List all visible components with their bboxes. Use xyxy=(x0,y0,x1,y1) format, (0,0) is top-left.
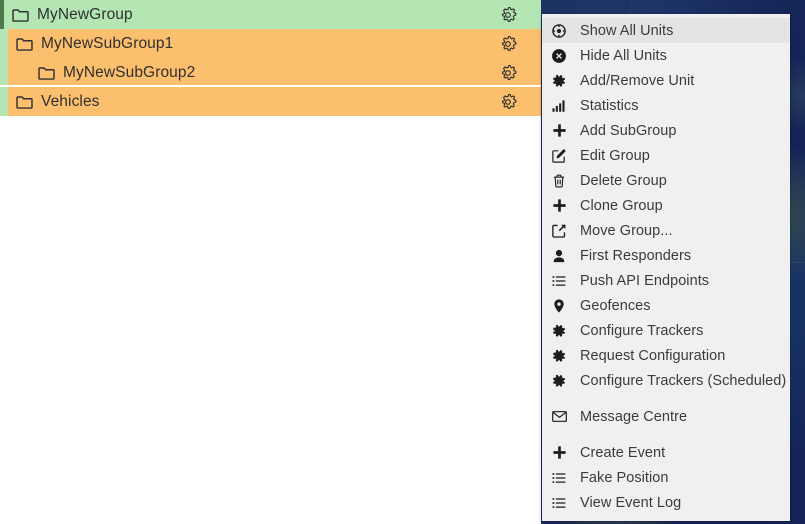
menu-item-add-remove-unit[interactable]: Add/Remove Unit xyxy=(542,68,790,93)
tree-row-label: Vehicles xyxy=(41,92,100,110)
menu-item-request-configuration[interactable]: Request Configuration xyxy=(542,343,790,368)
folder-icon xyxy=(16,95,33,109)
menu-item-message-centre[interactable]: Message Centre xyxy=(542,404,790,429)
tree-row-content: MyNewSubGroup2 xyxy=(0,58,541,87)
app-root: MyNewGroup MyNewSubGroup1 MyNewSubGroup2 Ve… xyxy=(0,0,805,524)
plus-icon xyxy=(548,197,570,215)
group-tree-panel: MyNewGroup MyNewSubGroup1 MyNewSubGroup2 Ve… xyxy=(0,0,541,524)
gear-icon[interactable] xyxy=(502,93,529,111)
menu-item-create-event[interactable]: Create Event xyxy=(542,440,790,465)
menu-separator xyxy=(542,429,790,440)
menu-item-label: Create Event xyxy=(580,444,666,461)
tree-row[interactable]: MyNewSubGroup2 xyxy=(0,58,541,87)
gear-icon xyxy=(548,322,570,340)
menu-item-label: Configure Trackers xyxy=(580,322,704,339)
tree-row-label: MyNewSubGroup1 xyxy=(41,34,174,52)
menu-item-move-group[interactable]: Move Group... xyxy=(542,218,790,243)
menu-item-statistics[interactable]: Statistics xyxy=(542,93,790,118)
menu-item-label: Geofences xyxy=(580,297,651,314)
menu-item-configure-trackers[interactable]: Configure Trackers xyxy=(542,318,790,343)
tree-row[interactable]: Vehicles xyxy=(0,87,541,116)
menu-item-view-event-log[interactable]: View Event Log xyxy=(542,490,790,515)
close-circle-icon xyxy=(548,47,570,65)
menu-item-label: Message Centre xyxy=(580,408,688,425)
folder-icon xyxy=(12,8,29,22)
menu-item-label: Push API Endpoints xyxy=(580,272,710,289)
menu-item-label: Clone Group xyxy=(580,197,663,214)
menu-item-label: Statistics xyxy=(580,97,639,114)
menu-item-label: First Responders xyxy=(580,247,692,264)
gear-icon xyxy=(548,347,570,365)
menu-item-add-subgroup[interactable]: Add SubGroup xyxy=(542,118,790,143)
envelope-icon xyxy=(548,408,570,426)
menu-item-label: Add/Remove Unit xyxy=(580,72,695,89)
pencil-square-icon xyxy=(548,147,570,165)
crosshair-icon xyxy=(548,22,570,40)
folder-icon xyxy=(16,37,33,51)
tree-row[interactable]: MyNewGroup xyxy=(0,0,541,29)
gear-icon[interactable] xyxy=(502,35,529,53)
menu-item-label: View Event Log xyxy=(580,494,682,511)
folder-icon xyxy=(38,66,55,80)
tree-row-content: MyNewSubGroup1 xyxy=(0,29,541,58)
gear-icon[interactable] xyxy=(502,6,529,24)
trash-icon xyxy=(548,172,570,190)
share-arrow-icon xyxy=(548,222,570,240)
list-icon xyxy=(548,469,570,487)
list-icon xyxy=(548,494,570,512)
menu-item-edit-group[interactable]: Edit Group xyxy=(542,143,790,168)
menu-item-label: Show All Units xyxy=(580,22,674,39)
menu-item-label: Move Group... xyxy=(580,222,673,239)
gear-icon[interactable] xyxy=(502,64,529,82)
tree-row-label: MyNewGroup xyxy=(37,5,133,23)
tree-row-separator xyxy=(0,85,541,87)
plus-icon xyxy=(548,444,570,462)
map-pin-icon xyxy=(548,297,570,315)
menu-item-label: Fake Position xyxy=(580,469,669,486)
menu-item-label: Request Configuration xyxy=(580,347,726,364)
bar-chart-icon xyxy=(548,97,570,115)
menu-item-fake-position[interactable]: Fake Position xyxy=(542,465,790,490)
gear-icon xyxy=(548,372,570,390)
menu-item-label: Hide All Units xyxy=(580,47,667,64)
tree-row-content: Vehicles xyxy=(0,87,541,116)
menu-item-first-responders[interactable]: First Responders xyxy=(542,243,790,268)
tree-row-label: MyNewSubGroup2 xyxy=(63,63,196,81)
group-context-menu: Show All Units Hide All Units Add/Remove U… xyxy=(542,14,790,521)
menu-item-geofences[interactable]: Geofences xyxy=(542,293,790,318)
menu-item-label: Delete Group xyxy=(580,172,667,189)
tree-row[interactable]: MyNewSubGroup1 xyxy=(0,29,541,58)
person-icon xyxy=(548,247,570,265)
gear-icon xyxy=(548,72,570,90)
menu-item-label: Edit Group xyxy=(580,147,650,164)
menu-item-hide-all-units[interactable]: Hide All Units xyxy=(542,43,790,68)
menu-item-show-all-units[interactable]: Show All Units xyxy=(542,18,790,43)
tree-row-content: MyNewGroup xyxy=(4,0,541,29)
menu-item-push-api-endpoints[interactable]: Push API Endpoints xyxy=(542,268,790,293)
menu-item-label: Add SubGroup xyxy=(580,122,677,139)
menu-item-clone-group[interactable]: Clone Group xyxy=(542,193,790,218)
plus-icon xyxy=(548,122,570,140)
list-icon xyxy=(548,272,570,290)
menu-item-delete-group[interactable]: Delete Group xyxy=(542,168,790,193)
menu-item-label: Configure Trackers (Scheduled) xyxy=(580,372,787,389)
menu-item-configure-trackers-scheduled[interactable]: Configure Trackers (Scheduled) xyxy=(542,368,790,393)
menu-separator xyxy=(542,393,790,404)
